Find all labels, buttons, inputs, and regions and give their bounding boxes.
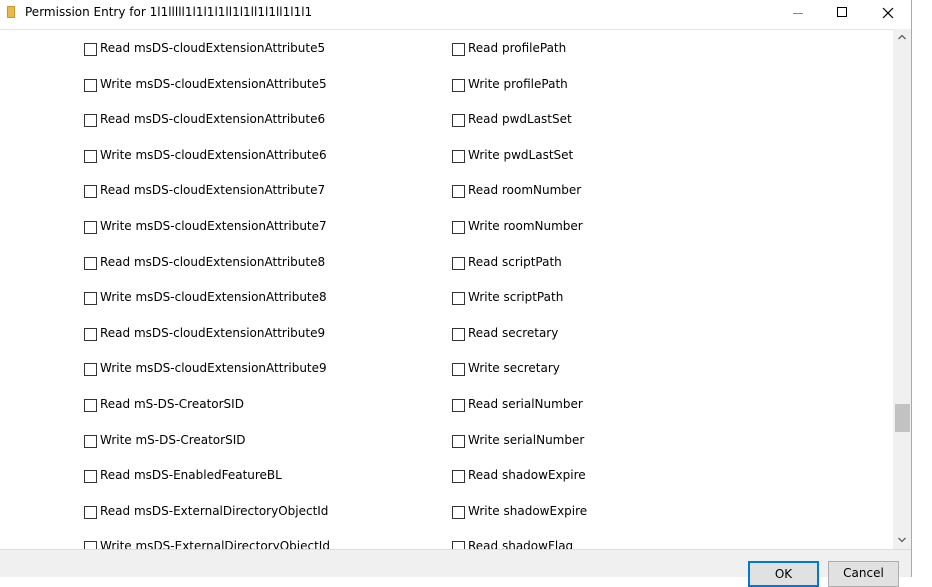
permission-checkbox[interactable] <box>84 505 97 519</box>
permission-label: Write msDS-cloudExtensionAttribute5 <box>100 76 327 91</box>
permission-label: Read msDS-EnabledFeatureBL <box>100 468 282 483</box>
permission-checkbox[interactable] <box>452 363 465 377</box>
permission-label: Read pwdLastSet <box>468 112 572 127</box>
permission-checkbox[interactable] <box>452 399 465 412</box>
permission-label: Read roomNumber <box>468 183 582 198</box>
permission-checkbox[interactable] <box>84 256 97 270</box>
permission-checkbox[interactable] <box>452 43 465 56</box>
permission-label: Read mS-DS-CreatorSID <box>100 397 244 411</box>
permission-checkbox[interactable] <box>84 149 97 163</box>
permission-label: Read profilePath <box>468 41 567 55</box>
ok-button[interactable]: OK <box>748 561 819 587</box>
minimize-icon <box>793 13 803 14</box>
permission-label: Write scriptPath <box>468 290 564 305</box>
permission-label: Read secretary <box>468 325 559 340</box>
permission-checkbox[interactable] <box>84 399 97 412</box>
permission-checkbox[interactable] <box>452 78 465 92</box>
permission-label: Read msDS-cloudExtensionAttribute9 <box>100 325 326 340</box>
permission-label: Read scriptPath <box>468 254 562 269</box>
window-title: Permission Entry for 1l1lllll1l1l1l1ll1l… <box>25 5 313 19</box>
permission-label: Write msDS-cloudExtensionAttribute6 <box>100 147 327 162</box>
folder-icon <box>7 6 15 18</box>
permission-label: Write profilePath <box>468 76 568 91</box>
permission-checkbox[interactable] <box>84 363 97 377</box>
vertical-scrollbar[interactable] <box>893 29 911 549</box>
chevron-up-icon <box>898 34 906 40</box>
permission-checkbox[interactable] <box>84 327 97 341</box>
permission-checkbox[interactable] <box>84 114 97 128</box>
permission-label: Write msDS-cloudExtensionAttribute8 <box>100 290 327 305</box>
close-button[interactable] <box>866 0 912 27</box>
permission-checkbox[interactable] <box>452 292 465 306</box>
permission-checkbox[interactable] <box>84 221 97 234</box>
permission-label: Write msDS-cloudExtensionAttribute7 <box>100 219 327 233</box>
dialog-footer: OK Cancel <box>0 549 911 587</box>
permission-label: Write pwdLastSet <box>468 147 574 162</box>
permission-label: Read msDS-cloudExtensionAttribute7 <box>100 183 326 198</box>
permission-label: Write shadowExpire <box>468 503 588 518</box>
maximize-button[interactable] <box>821 0 867 27</box>
permission-label: Read shadowExpire <box>468 468 586 483</box>
permission-checkbox[interactable] <box>452 185 465 199</box>
scroll-up-button[interactable] <box>893 29 911 46</box>
cancel-button[interactable]: Cancel <box>828 561 899 587</box>
permission-label: Read msDS-ExternalDirectoryObjectId <box>100 503 329 518</box>
permission-label: Write mS-DS-CreatorSID <box>100 432 246 447</box>
permission-checkbox[interactable] <box>452 470 465 484</box>
permission-label: Read msDS-cloudExtensionAttribute5 <box>100 41 326 55</box>
permission-checkbox[interactable] <box>84 43 97 56</box>
permission-checkbox[interactable] <box>84 185 97 199</box>
permission-label: Write secretary <box>468 361 560 376</box>
close-icon <box>882 7 894 19</box>
permission-checkbox[interactable] <box>452 434 465 448</box>
scrollbar-thumb[interactable] <box>895 404 910 432</box>
permission-label: Write msDS-cloudExtensionAttribute9 <box>100 361 327 376</box>
permission-checkbox[interactable] <box>84 470 97 484</box>
permission-label: Read serialNumber <box>468 397 583 411</box>
permission-label: Write serialNumber <box>468 432 585 447</box>
scroll-down-button[interactable] <box>893 532 911 549</box>
permission-checkbox[interactable] <box>84 434 97 448</box>
permission-checkbox[interactable] <box>452 221 465 234</box>
chevron-down-icon <box>898 537 906 543</box>
permission-checkbox[interactable] <box>452 327 465 341</box>
permission-checkbox[interactable] <box>452 256 465 270</box>
permission-entry-window: Permission Entry for 1l1lllll1l1l1l1ll1l… <box>0 0 912 587</box>
permission-checkbox[interactable] <box>452 114 465 128</box>
title-bar[interactable]: Permission Entry for 1l1lllll1l1l1l1ll1l… <box>0 0 911 27</box>
maximize-icon <box>837 7 847 17</box>
permission-checkbox[interactable] <box>452 505 465 519</box>
permission-label: Write roomNumber <box>468 219 583 233</box>
minimize-button[interactable] <box>775 0 821 27</box>
permission-checkbox[interactable] <box>84 78 97 92</box>
permission-label: Read msDS-cloudExtensionAttribute8 <box>100 254 326 269</box>
permission-label: Read msDS-cloudExtensionAttribute6 <box>100 112 326 127</box>
permissions-list[interactable]: Read msDS-cloudExtensionAttribute5 Write … <box>0 29 893 550</box>
permission-checkbox[interactable] <box>84 292 97 306</box>
permission-checkbox[interactable] <box>452 149 465 163</box>
